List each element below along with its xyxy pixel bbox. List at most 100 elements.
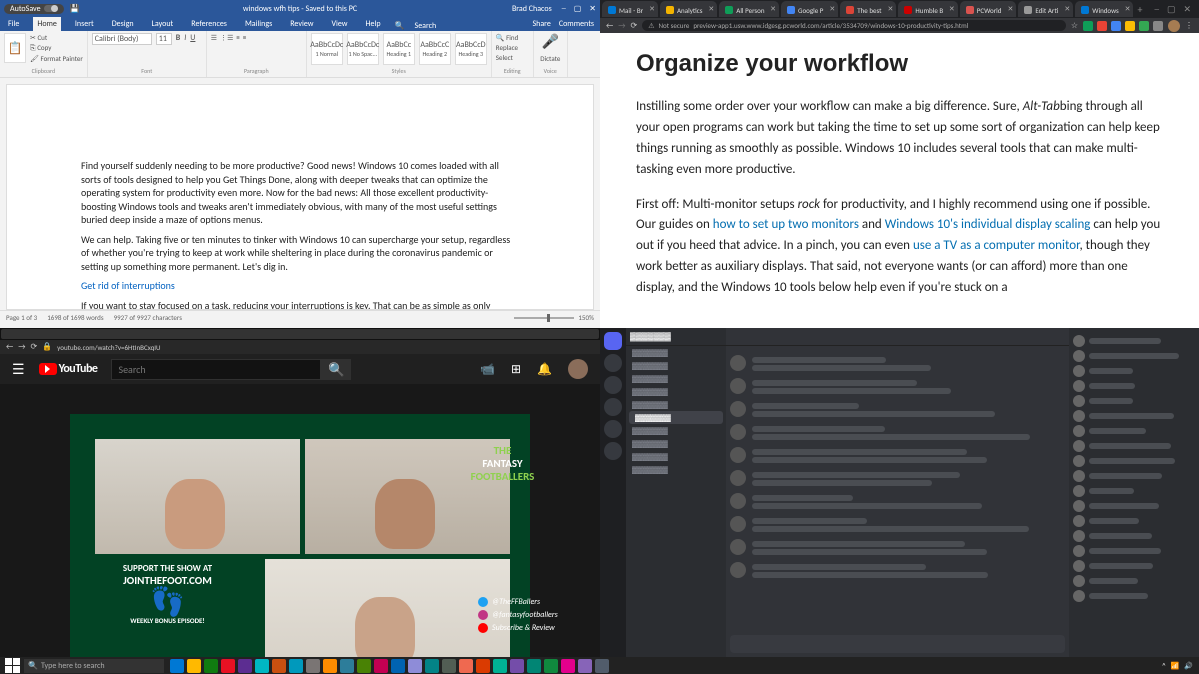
taskbar-app-icon[interactable] xyxy=(578,659,592,673)
char-count[interactable]: 9927 of 9927 characters xyxy=(114,313,182,322)
taskbar-app-icon[interactable] xyxy=(544,659,558,673)
extension-icon[interactable] xyxy=(1083,21,1093,31)
channel-item[interactable]: ▓▓▓▓▓▓▓ xyxy=(626,398,726,411)
close-icon[interactable]: ✕ xyxy=(589,4,596,14)
member-item[interactable] xyxy=(1073,530,1195,542)
reload-icon[interactable]: ⟳ xyxy=(31,342,38,352)
close-tab-icon[interactable]: ✕ xyxy=(1064,4,1070,13)
tab-view[interactable]: View xyxy=(327,17,351,31)
forward-icon[interactable]: → xyxy=(18,342,25,352)
avatar[interactable] xyxy=(730,562,746,578)
page-count[interactable]: Page 1 of 3 xyxy=(6,313,37,322)
address-bar[interactable]: ⚠ Not secure preview-app1.usw.www.idgesg… xyxy=(642,20,1066,31)
member-item[interactable] xyxy=(1073,590,1195,602)
replace-button[interactable]: Replace xyxy=(496,43,518,52)
taskbar-app-icon[interactable] xyxy=(221,659,235,673)
paste-button[interactable]: 📋 xyxy=(4,33,26,63)
member-item[interactable] xyxy=(1073,350,1195,362)
italic-button[interactable]: I xyxy=(184,33,186,43)
avatar[interactable] xyxy=(730,539,746,555)
autosave-toggle[interactable]: AutoSave xyxy=(4,4,64,14)
taskbar-app-icon[interactable] xyxy=(204,659,218,673)
close-tab-icon[interactable]: ✕ xyxy=(829,4,835,13)
tell-me-search[interactable]: Search xyxy=(415,21,437,31)
member-item[interactable] xyxy=(1073,335,1195,347)
browser-tab[interactable]: Mail - Br✕ xyxy=(602,1,658,17)
url-text[interactable]: youtube.com/watch?v=6HtInBCxqIU xyxy=(57,343,160,352)
avatar[interactable] xyxy=(730,355,746,371)
taskbar-app-icon[interactable] xyxy=(391,659,405,673)
member-item[interactable] xyxy=(1073,410,1195,422)
member-item[interactable] xyxy=(1073,380,1195,392)
member-item[interactable] xyxy=(1073,365,1195,377)
wifi-icon[interactable]: 📶 xyxy=(1171,661,1180,670)
font-size-select[interactable]: 11 xyxy=(156,33,172,45)
taskbar-app-icon[interactable] xyxy=(459,659,473,673)
member-item[interactable] xyxy=(1073,440,1195,452)
taskbar-app-icon[interactable] xyxy=(238,659,252,673)
member-item[interactable] xyxy=(1073,470,1195,482)
style-tile[interactable]: AaBbCcDc1 No Spac... xyxy=(347,33,379,65)
member-item[interactable] xyxy=(1073,485,1195,497)
message[interactable] xyxy=(730,470,1065,488)
bookmark-icon[interactable]: ☆ xyxy=(1071,21,1078,31)
channel-item[interactable]: ▓▓▓▓▓▓▓ xyxy=(626,359,726,372)
taskbar-app-icon[interactable] xyxy=(170,659,184,673)
server-icon[interactable] xyxy=(604,354,622,372)
maximize-icon[interactable]: ▢ xyxy=(574,4,582,14)
taskbar-app-icon[interactable] xyxy=(374,659,388,673)
create-icon[interactable]: 📹 xyxy=(480,362,495,377)
reload-icon[interactable]: ⟳ xyxy=(631,21,638,31)
message[interactable] xyxy=(730,516,1065,534)
article-content[interactable]: Organize your workflow Instilling some o… xyxy=(600,33,1199,328)
align-left-icon[interactable]: ≡ xyxy=(236,33,240,42)
forward-icon[interactable]: → xyxy=(618,21,625,31)
close-tab-icon[interactable]: ✕ xyxy=(770,4,776,13)
extension-icon[interactable] xyxy=(1139,21,1149,31)
channel-item[interactable]: ▓▓▓▓▓▓▓ xyxy=(626,372,726,385)
avatar[interactable] xyxy=(730,516,746,532)
numbering-icon[interactable]: ⋮☰ xyxy=(220,33,233,42)
search-icon[interactable]: 🔍 xyxy=(395,21,405,31)
taskbar-app-icon[interactable] xyxy=(425,659,439,673)
message-input[interactable] xyxy=(730,635,1065,653)
tab-insert[interactable]: Insert xyxy=(71,17,98,31)
document-canvas[interactable]: Find yourself suddenly needing to be mor… xyxy=(6,84,594,310)
browser-tab[interactable] xyxy=(1,329,599,339)
tab-review[interactable]: Review xyxy=(286,17,317,31)
style-tile[interactable]: AaBbCcCHeading 2 xyxy=(419,33,451,65)
avatar[interactable] xyxy=(730,424,746,440)
channel-item[interactable]: ▓▓▓▓▓▓▓ xyxy=(629,411,723,424)
menu-icon[interactable]: ⋮ xyxy=(1185,21,1193,31)
member-item[interactable] xyxy=(1073,515,1195,527)
avatar[interactable] xyxy=(730,401,746,417)
taskbar-app-icon[interactable] xyxy=(595,659,609,673)
copy-button[interactable]: ⎘ Copy xyxy=(30,43,83,53)
start-button[interactable] xyxy=(4,658,20,674)
browser-tab[interactable]: Humble B✕ xyxy=(898,1,957,17)
taskbar-app-icon[interactable] xyxy=(272,659,286,673)
extension-icon[interactable] xyxy=(1111,21,1121,31)
minimize-icon[interactable]: ─ xyxy=(1154,4,1159,15)
comments-button[interactable]: Comments xyxy=(559,19,594,29)
format-painter-button[interactable]: 🖌 Format Painter xyxy=(30,54,83,63)
bold-button[interactable]: B xyxy=(176,33,180,43)
extension-icon[interactable] xyxy=(1097,21,1107,31)
volume-icon[interactable]: 🔊 xyxy=(1184,661,1193,670)
tab-file[interactable]: File xyxy=(4,17,23,31)
taskbar-app-icon[interactable] xyxy=(476,659,490,673)
server-icon[interactable] xyxy=(604,332,622,350)
taskbar-search[interactable]: 🔍 Type here to search xyxy=(24,659,164,673)
taskbar-app-icon[interactable] xyxy=(340,659,354,673)
dictate-icon[interactable]: 🎤 xyxy=(542,33,559,50)
back-icon[interactable]: ← xyxy=(6,342,13,352)
close-tab-icon[interactable]: ✕ xyxy=(888,4,894,13)
zoom-level[interactable]: 150% xyxy=(578,313,594,322)
taskbar-app-icon[interactable] xyxy=(289,659,303,673)
message[interactable] xyxy=(730,355,1065,373)
browser-tab[interactable]: PCWorld✕ xyxy=(960,1,1017,17)
style-tile[interactable]: AaBbCcDc1 Normal xyxy=(311,33,343,65)
member-item[interactable] xyxy=(1073,500,1195,512)
member-item[interactable] xyxy=(1073,575,1195,587)
close-tab-icon[interactable]: ✕ xyxy=(949,4,955,13)
